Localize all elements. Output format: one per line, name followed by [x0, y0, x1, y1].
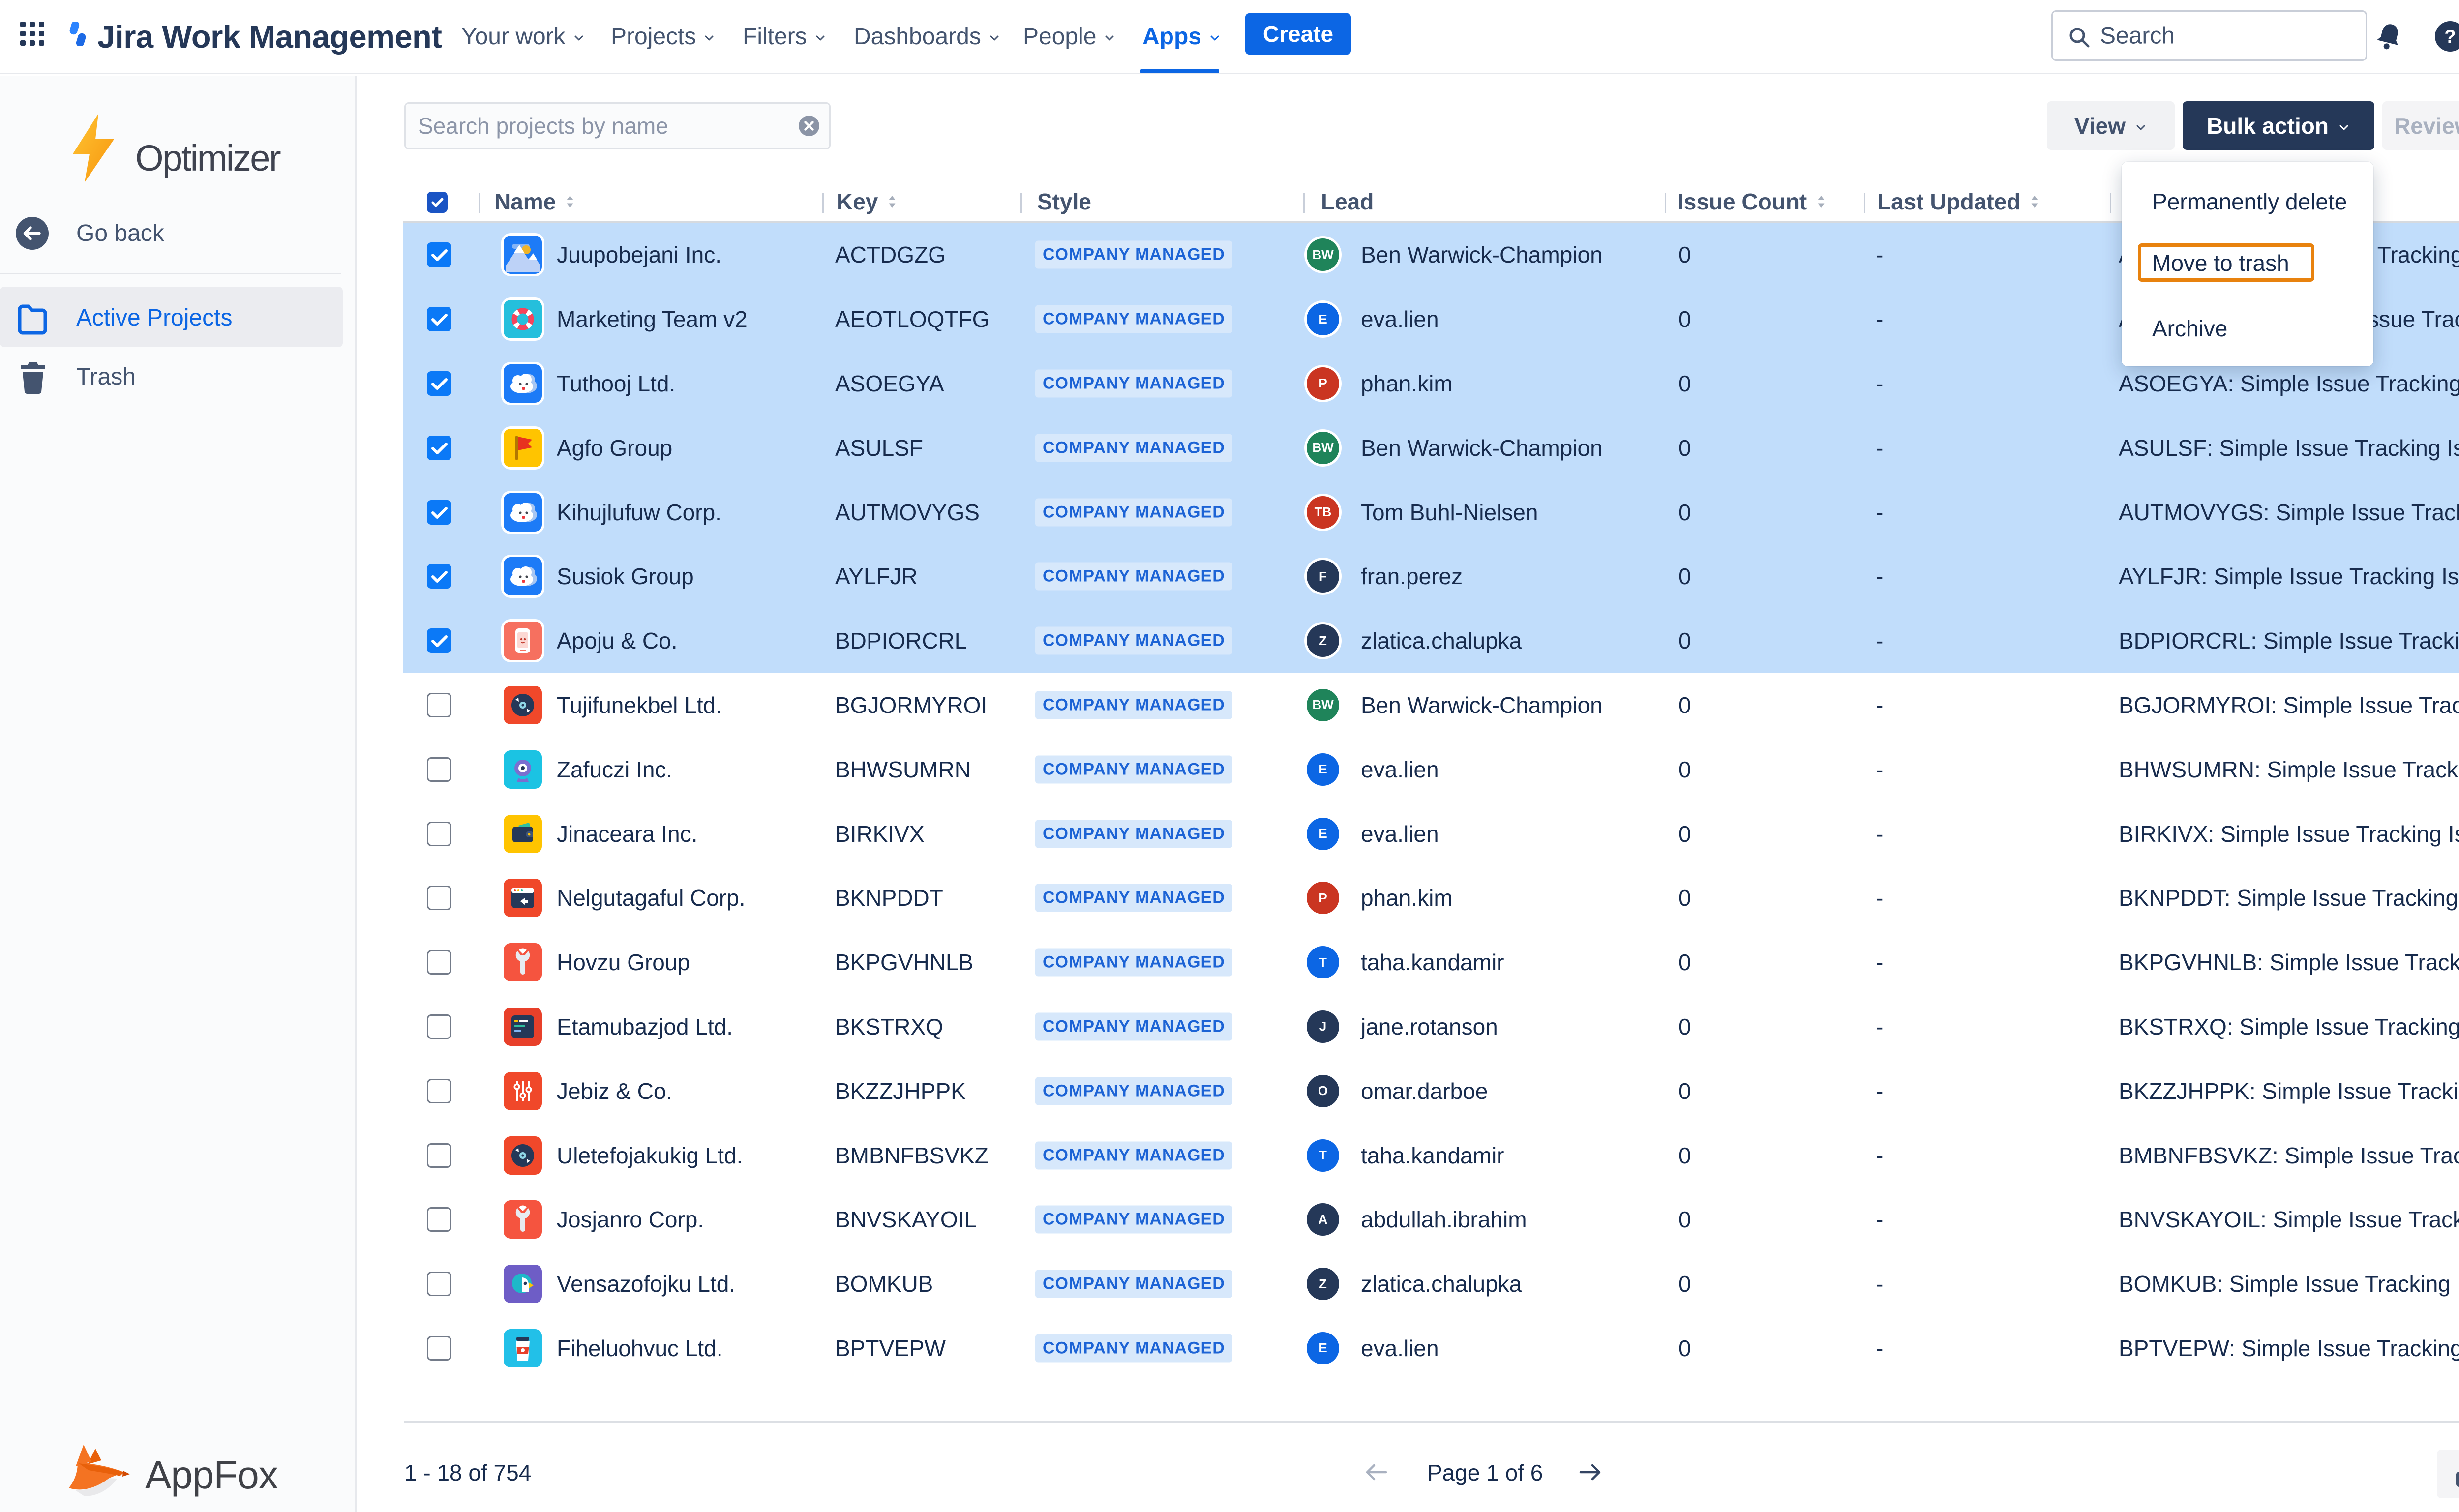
svg-text:?: ?: [2444, 27, 2456, 47]
